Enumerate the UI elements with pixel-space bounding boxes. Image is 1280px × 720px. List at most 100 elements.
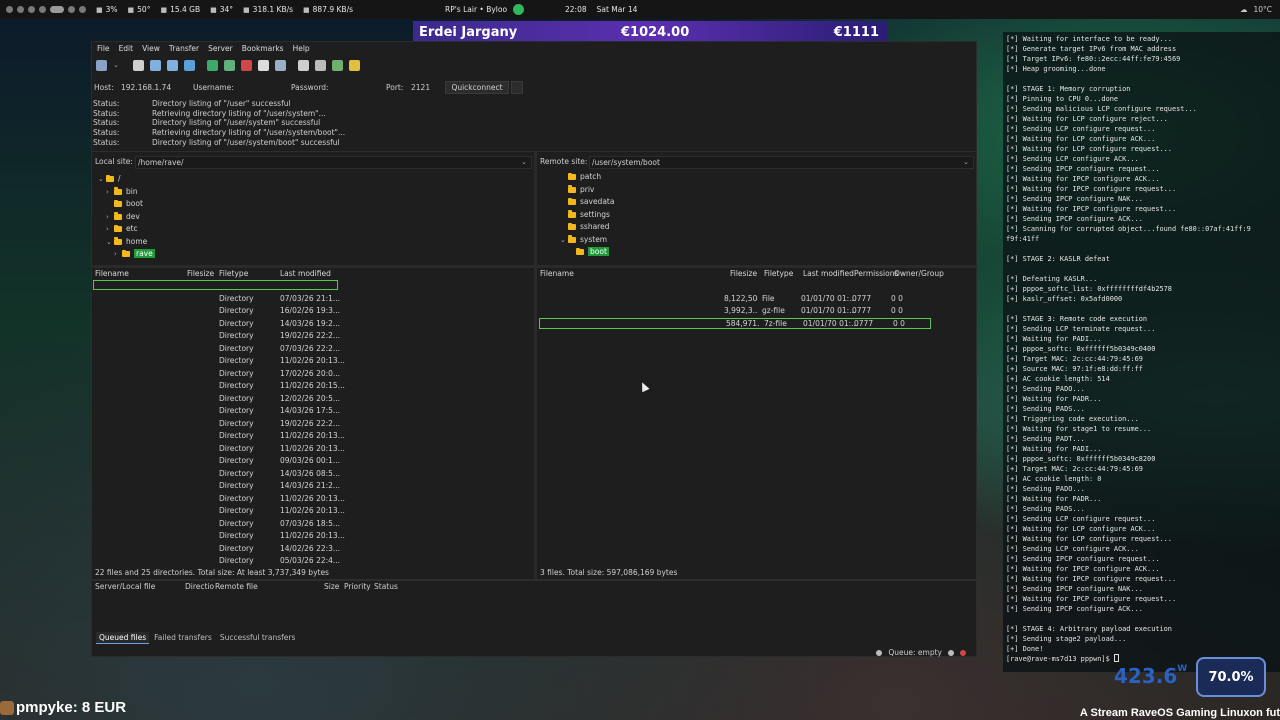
menu-bookmarks[interactable]: Bookmarks [242, 44, 284, 53]
menu-file[interactable]: File [97, 44, 110, 53]
password-input[interactable] [332, 83, 382, 92]
tree-node[interactable]: patch [560, 171, 601, 183]
chevron-down-icon[interactable]: ⌄ [560, 234, 568, 246]
tab-failed-transfers[interactable]: Failed transfers [151, 632, 215, 644]
table-row[interactable]: .cargoDirectory16/02/26 19:3... [92, 305, 532, 318]
queue-column-header[interactable]: Status [374, 582, 398, 591]
chevron-right-icon[interactable]: › [106, 186, 114, 198]
column-header[interactable]: Filetype [764, 268, 793, 280]
menu-view[interactable]: View [142, 44, 160, 53]
tree-node[interactable]: › rave [114, 248, 155, 260]
column-header[interactable]: Filename [540, 268, 574, 280]
tree-node[interactable]: › etc [106, 223, 138, 235]
queue-column-header[interactable]: Size [324, 582, 339, 591]
column-header[interactable]: Filetype [219, 268, 248, 280]
workspace-indicator[interactable] [6, 6, 86, 13]
tree-node[interactable]: › bin [106, 186, 138, 198]
dir-compare-icon[interactable] [331, 59, 343, 71]
record-icon[interactable] [513, 4, 525, 15]
chevron-down-icon[interactable]: ⌄ [106, 236, 114, 248]
table-row[interactable]: .. [538, 280, 976, 293]
chevron-right-icon[interactable]: › [106, 211, 114, 223]
transfer-queue-icon[interactable] [183, 59, 195, 71]
table-row[interactable]: .vscode-ossDirectory11/02/26 20:13... [92, 443, 532, 456]
queue-column-header[interactable]: Remote file [215, 582, 258, 591]
search-icon[interactable] [348, 59, 360, 71]
site-manager-icon[interactable] [96, 59, 107, 71]
workspace-dot[interactable] [39, 6, 46, 13]
process-queue-icon[interactable] [223, 59, 235, 71]
tree-node[interactable]: ⌄ / [98, 173, 121, 185]
table-row[interactable]: Rave-HyprlandDirectory14/02/26 22:3... [92, 543, 532, 556]
clock[interactable]: 22:08 Sat Mar 14 [565, 0, 637, 19]
table-row[interactable]: .iconsDirectory19/02/26 22:2... [92, 330, 532, 343]
tab-queued-files[interactable]: Queued files [96, 632, 150, 644]
table-row[interactable]: mesa-ps4-25.3.0-devel-trixie.7z584,971..… [539, 317, 931, 329]
table-row[interactable]: .cacheDirectory07/03/26 21:1... [92, 293, 532, 306]
workspace-dot[interactable] [79, 6, 86, 13]
table-row[interactable]: GamesDirectory11/02/26 20:13... [92, 493, 532, 506]
filter-icon[interactable] [297, 59, 309, 71]
port-input[interactable]: 2121 [411, 83, 430, 92]
chevron-down-icon[interactable]: ⌄ [521, 158, 527, 166]
host-input[interactable]: 192.168.1.74 [121, 83, 171, 92]
remote-path-input[interactable]: /user/system/boot ⌄ [589, 156, 974, 169]
table-row[interactable]: .varDirectory11/02/26 20:13... [92, 430, 532, 443]
menu-transfer[interactable]: Transfer [169, 44, 199, 53]
table-row[interactable]: DesktopDirectory09/03/26 00:1... [92, 455, 532, 468]
menu-edit[interactable]: Edit [119, 44, 134, 53]
table-row[interactable]: initramfs.cpio.gz3,992,3...gz-file01/01/… [538, 305, 976, 318]
tree-node[interactable]: boot [106, 198, 143, 210]
tree-node[interactable]: › dev [106, 211, 140, 223]
table-row[interactable]: .configDirectory14/03/26 19:2... [92, 318, 532, 331]
sync-browse-icon[interactable] [314, 59, 326, 71]
chevron-down-icon[interactable]: ⌄ [98, 173, 106, 185]
local-path-input[interactable]: /home/rave/ ⌄ [135, 156, 532, 169]
table-row[interactable]: PicturesDirectory11/02/26 20:13... [92, 530, 532, 543]
table-row[interactable]: .pkiDirectory11/02/26 20:15... [92, 380, 532, 393]
queue-column-header[interactable]: Priority [344, 582, 371, 591]
column-header[interactable]: Filesize [187, 268, 214, 280]
column-header[interactable]: Filesize [730, 268, 757, 280]
chevron-right-icon[interactable]: › [106, 223, 114, 235]
chevron-down-icon[interactable]: ⌄ [113, 61, 119, 69]
queue-column-header[interactable]: Directio [185, 582, 214, 591]
chevron-down-icon[interactable]: ⌄ [963, 158, 969, 166]
tree-node[interactable]: boot [568, 246, 609, 258]
column-header[interactable]: Last modified [803, 268, 854, 280]
table-row[interactable]: .steamDirectory14/03/26 17:5... [92, 405, 532, 418]
table-row[interactable]: .mozillaDirectory17/02/26 20:0... [92, 368, 532, 381]
tree-node[interactable]: savedata [560, 196, 614, 208]
table-row[interactable]: bzImage8,122,504File01/01/70 01:...07770… [538, 293, 976, 306]
column-header[interactable]: Owner/Group [894, 268, 944, 280]
workspace-dot[interactable] [6, 6, 13, 13]
table-row[interactable]: .librewolfDirectory07/03/26 22:2... [92, 343, 532, 356]
reconnect-icon[interactable] [274, 59, 286, 71]
table-row[interactable]: .themesDirectory19/02/26 22:2... [92, 418, 532, 431]
menu-help[interactable]: Help [293, 44, 310, 53]
tree-node[interactable]: settings [560, 209, 610, 221]
workspace-dot[interactable] [68, 6, 75, 13]
local-tree-icon[interactable] [149, 59, 161, 71]
column-header[interactable]: Last modified [280, 268, 331, 280]
tree-node[interactable]: sshared [560, 221, 609, 233]
cancel-icon[interactable] [240, 59, 252, 71]
tree-node[interactable]: priv [560, 184, 594, 196]
message-log-icon[interactable] [132, 59, 144, 71]
remote-tree-icon[interactable] [166, 59, 178, 71]
table-row[interactable]: DownloadsDirectory14/03/26 21:2... [92, 480, 532, 493]
terminal-window[interactable]: [*] Waiting for interface to be ready...… [1003, 32, 1280, 672]
table-row[interactable]: PPPwnDirectory07/03/26 18:5... [92, 518, 532, 531]
table-row[interactable]: .sshDirectory12/02/26 20:5... [92, 393, 532, 406]
tab-successful-transfers[interactable]: Successful transfers [217, 632, 299, 644]
tree-node[interactable]: ⌄ home [106, 236, 147, 248]
chevron-right-icon[interactable]: › [114, 248, 122, 260]
menu-server[interactable]: Server [208, 44, 233, 53]
table-row[interactable]: .. [93, 280, 338, 290]
table-row[interactable]: MusicDirectory11/02/26 20:13... [92, 505, 532, 518]
pane-splitter[interactable] [534, 152, 537, 580]
table-row[interactable]: DocumentsDirectory14/03/26 08:5... [92, 468, 532, 481]
quickconnect-history-button[interactable] [511, 81, 523, 94]
disconnect-icon[interactable] [257, 59, 269, 71]
column-header[interactable]: Filename [95, 268, 129, 280]
